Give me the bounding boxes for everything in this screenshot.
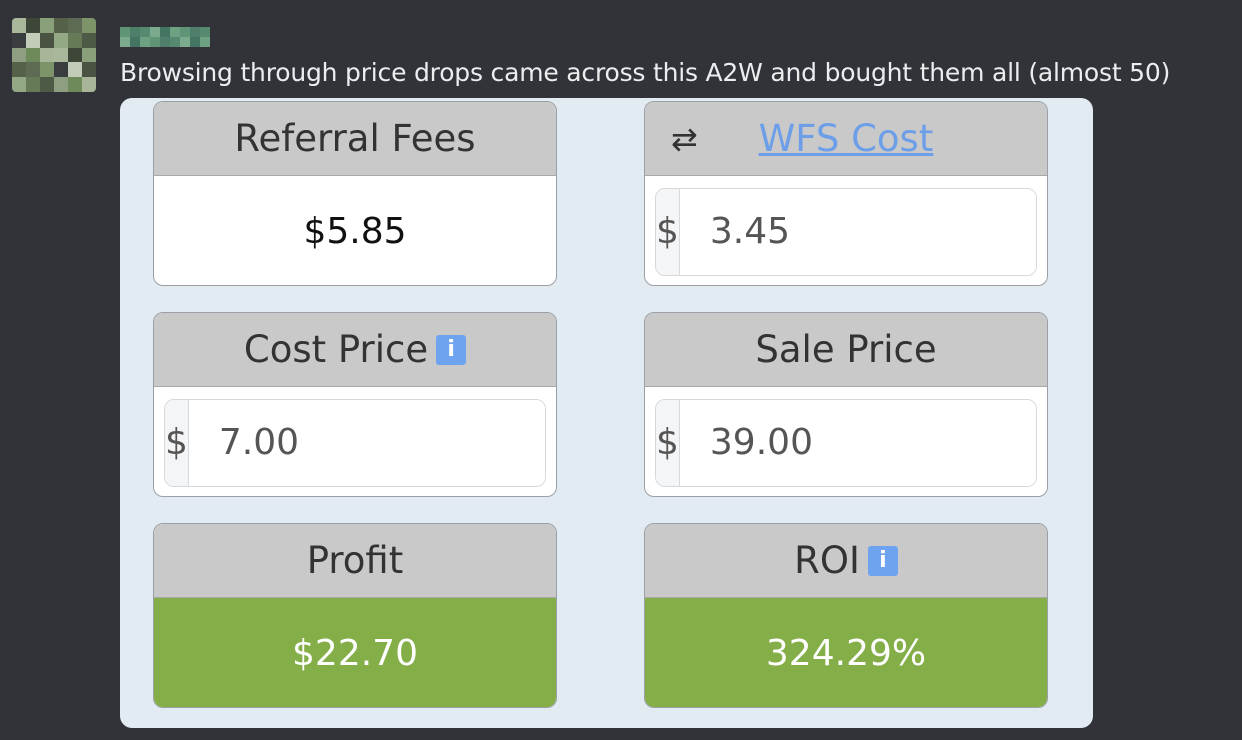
calculator-embed: Referral Fees $5.85 ⇄ WFS Cost $ Cost Pr… (120, 98, 1093, 728)
sale-price-label: Sale Price (755, 328, 937, 371)
cost-price-info-icon[interactable]: i (436, 334, 467, 365)
cost-price-body: $ (154, 387, 556, 496)
sale-price-input[interactable] (679, 399, 1036, 486)
cost-price-label: Cost Price (243, 328, 429, 371)
profit-result: $22.70 (154, 598, 556, 707)
sale-price-currency-prefix: $ (656, 399, 680, 486)
user-avatar[interactable] (12, 18, 96, 92)
cost-price-currency-prefix: $ (165, 399, 189, 486)
profit-label: Profit (306, 539, 404, 582)
profit-card: Profit $22.70 (153, 523, 557, 708)
roi-card: ROI i 324.29% (644, 523, 1048, 708)
profit-header: Profit (154, 524, 556, 598)
wfs-cost-card: ⇄ WFS Cost $ (644, 101, 1048, 286)
username[interactable] (120, 27, 210, 47)
referral-fees-header: Referral Fees (154, 102, 556, 176)
roi-result: 324.29% (645, 598, 1047, 707)
referral-fees-label: Referral Fees (234, 117, 476, 160)
wfs-cost-body: $ (645, 176, 1047, 285)
profit-value: $22.70 (292, 633, 418, 674)
referral-fees-card: Referral Fees $5.85 (153, 101, 557, 286)
roi-value: 324.29% (765, 633, 927, 674)
cost-price-card: Cost Price i $ (153, 312, 557, 497)
wfs-cost-input[interactable] (679, 188, 1036, 275)
roi-header: ROI i (645, 524, 1047, 598)
referral-fees-value: $5.85 (303, 211, 407, 252)
roi-info-icon[interactable]: i (867, 545, 898, 576)
cost-price-input-group: $ (164, 398, 546, 487)
cost-price-header: Cost Price i (154, 313, 556, 387)
wfs-cost-header: ⇄ WFS Cost (645, 102, 1047, 176)
referral-fees-body: $5.85 (154, 176, 556, 285)
wfs-cost-link[interactable]: WFS Cost (759, 117, 934, 160)
message-text: Browsing through price drops came across… (120, 58, 1171, 87)
sale-price-body: $ (645, 387, 1047, 496)
sale-price-input-group: $ (655, 398, 1037, 487)
sale-price-header: Sale Price (645, 313, 1047, 387)
wfs-cost-currency-prefix: $ (656, 188, 680, 275)
swap-arrows-icon[interactable]: ⇄ (671, 120, 698, 158)
roi-label: ROI (794, 539, 860, 582)
sale-price-card: Sale Price $ (644, 312, 1048, 497)
cost-price-input[interactable] (188, 399, 545, 486)
wfs-cost-input-group: $ (655, 187, 1037, 276)
